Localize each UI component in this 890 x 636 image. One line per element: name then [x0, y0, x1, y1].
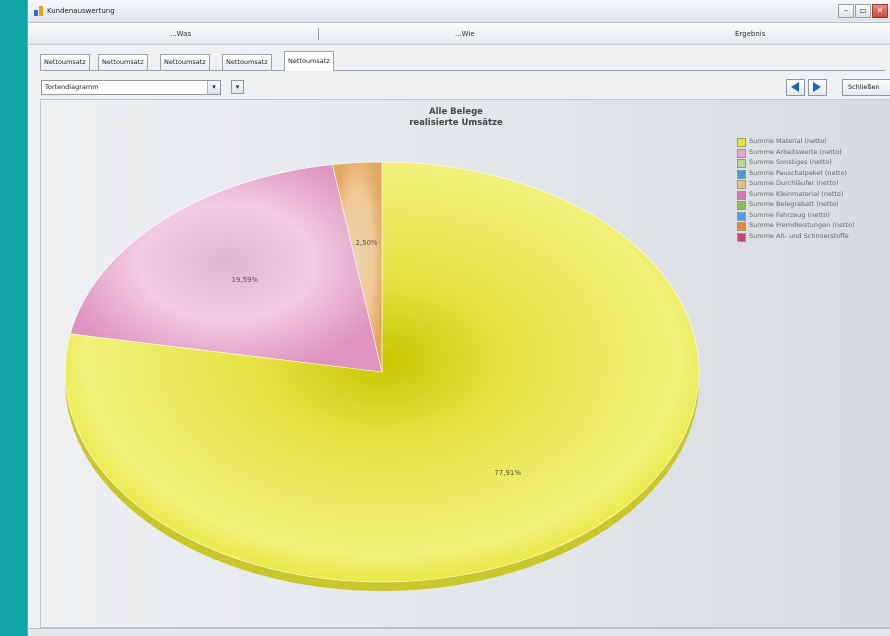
tab-nettoumsatz-5[interactable]: Nettoumsatz: [284, 51, 334, 71]
pie-data-label: 77,91%: [494, 469, 521, 477]
legend-swatch: [737, 148, 746, 158]
window-close-button[interactable]: ✕: [872, 4, 888, 18]
pie-data-label: 2,50%: [355, 239, 378, 247]
step-wie[interactable]: ...Wie: [455, 30, 475, 38]
legend-label: Summe Material (netto): [749, 137, 827, 145]
legend-label: Summe Kleinmaterial (netto): [749, 189, 844, 198]
step-ergebnis[interactable]: Ergebnis: [735, 30, 765, 38]
legend-swatch: [737, 222, 746, 231]
chart-type-select[interactable]: Tortendiagramm ▾: [41, 80, 221, 95]
legend-swatch: [737, 211, 746, 221]
window-title: Kundenauswertung: [47, 7, 115, 15]
chevron-down-icon[interactable]: ▾: [207, 81, 220, 94]
tab-nettoumsatz-4[interactable]: Nettoumsatz: [222, 54, 272, 70]
app-icon: [34, 6, 43, 16]
pie-data-label: 19,59%: [231, 276, 258, 284]
minimize-button[interactable]: –: [838, 4, 854, 18]
legend-item: Summe Material (netto): [737, 137, 890, 148]
legend-swatch: [737, 159, 746, 168]
legend-swatch: [737, 190, 746, 200]
step-was[interactable]: ...Was: [170, 30, 191, 38]
pie-chart: 77,91% 19,59% 2,50%: [64, 161, 700, 591]
chart-type-value: Tortendiagramm: [45, 83, 99, 91]
previous-button[interactable]: [786, 79, 805, 96]
legend-item: Summe Sonstiges (netto): [737, 158, 890, 169]
legend-label: Summe Alt- und Schmierstoffe: [749, 231, 849, 240]
step-separator: [318, 28, 319, 40]
legend-item: Summe Kleinmaterial (netto): [737, 190, 890, 201]
legend-swatch: [737, 169, 746, 179]
next-button[interactable]: [808, 79, 827, 96]
close-button[interactable]: Schließen: [842, 79, 890, 96]
legend-label: Summe Durchläufer (netto): [749, 179, 839, 187]
arrow-left-icon: [791, 82, 799, 92]
tab-nettoumsatz-2[interactable]: Nettoumsatz: [98, 54, 148, 70]
legend-label: Summe Belegrabatt (netto): [749, 200, 839, 208]
legend-label: Summe Fremdleistungen (netto): [749, 221, 855, 229]
tab-nettoumsatz-1[interactable]: Nettoumsatz: [40, 54, 90, 70]
maximize-button[interactable]: ▭: [855, 4, 871, 18]
legend-label: Summe Arbeitswerte (netto): [749, 147, 842, 156]
chart-legend: Summe Material (netto) Summe Arbeitswerte…: [737, 137, 890, 242]
legend-swatch: [737, 232, 746, 242]
dropdown-button[interactable]: ▾: [231, 80, 244, 94]
tab-baseline: [40, 70, 885, 71]
legend-item: Summe Arbeitswerte (netto): [737, 148, 890, 159]
legend-swatch: [737, 138, 746, 147]
legend-label: Summe Fahrzeug (netto): [749, 210, 830, 219]
legend-item: Summe Belegrabatt (netto): [737, 200, 890, 211]
legend-item: Summe Alt- und Schmierstoffe: [737, 232, 890, 243]
legend-item: Summe Pauschalpaket (netto): [737, 169, 890, 180]
legend-label: Summe Pauschalpaket (netto): [749, 168, 848, 177]
chart-panel: Alle Belege realisierte Umsätze 77,91% 1…: [40, 99, 890, 628]
legend-item: Summe Durchläufer (netto): [737, 179, 890, 190]
legend-item: Summe Fremdleistungen (netto): [737, 221, 890, 232]
tab-nettoumsatz-3[interactable]: Nettoumsatz: [160, 54, 210, 70]
legend-item: Summe Fahrzeug (netto): [737, 211, 890, 222]
legend-swatch: [737, 180, 746, 189]
legend-label: Summe Sonstiges (netto): [749, 158, 832, 166]
legend-swatch: [737, 201, 746, 210]
wizard-step-bar: ...Was ...Wie Ergebnis: [28, 23, 890, 45]
arrow-right-icon: [813, 82, 821, 92]
title-bar: Kundenauswertung – ▭ ✕: [28, 0, 890, 23]
application-window: Kundenauswertung – ▭ ✕ ...Was ...Wie Erg…: [27, 0, 890, 636]
